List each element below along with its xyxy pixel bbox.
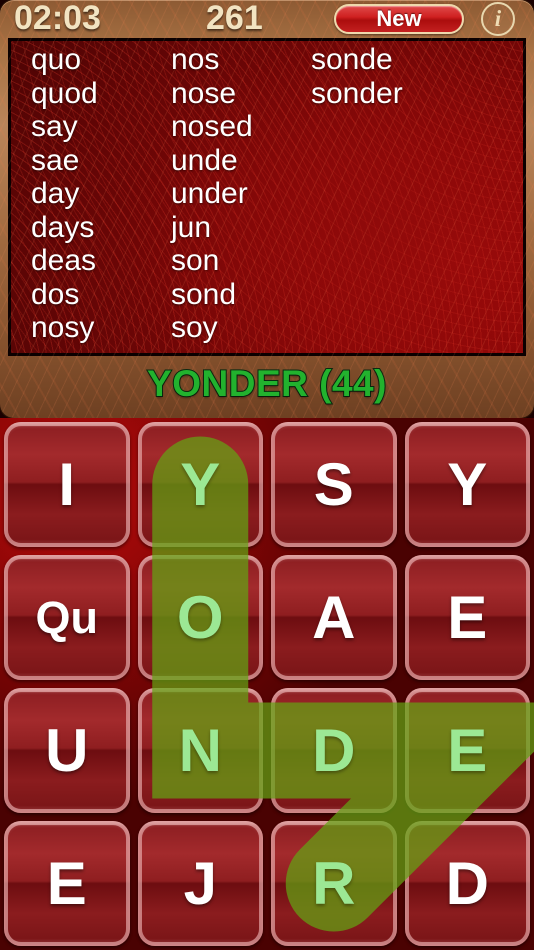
found-words-panel: quo quod say sae day days deas dos nosy nos nose no…: [8, 38, 526, 356]
found-words-column: quo quod say sae day days deas dos nosy: [31, 41, 171, 353]
grid-cell: Qu: [0, 551, 134, 684]
found-words-columns: quo quod say sae day days deas dos nosy nos nose no…: [11, 41, 523, 353]
new-game-button-label: New: [376, 6, 422, 31]
letter-grid: I Y S Y Qu O A E U N D E E J R D: [0, 418, 534, 950]
letter-tile-label: A: [312, 583, 356, 651]
score-display: 261: [206, 0, 263, 37]
found-word-item: sonder: [311, 76, 403, 110]
status-line: YONDER (44): [0, 360, 534, 408]
timer-display: 02:03: [14, 0, 101, 37]
letter-tile-label: N: [178, 716, 222, 784]
letter-tile-label: S: [313, 450, 354, 518]
letter-tile-r-r3c2[interactable]: R: [271, 821, 397, 946]
found-word-status: YONDER (44): [146, 362, 387, 405]
letter-tile-d-r2c2[interactable]: D: [271, 688, 397, 813]
letter-tile-label: D: [445, 849, 489, 917]
found-word-item: sae: [31, 143, 80, 177]
game-screen: 02:03 261 New i quo quod say sae day days deas…: [0, 0, 534, 950]
letter-tile-label: E: [447, 583, 488, 651]
found-word-item: nosed: [171, 110, 253, 143]
found-word-item: day: [31, 177, 80, 210]
found-word-item: sond: [171, 277, 237, 311]
found-word-item: soy: [171, 311, 218, 344]
letter-tile-n-r2c1[interactable]: N: [137, 688, 263, 813]
grid-cell: O: [134, 551, 268, 684]
letter-tile-label: Qu: [35, 592, 99, 643]
info-icon-glyph: i: [494, 5, 502, 31]
found-word-item: sonde: [311, 43, 393, 76]
letter-tile-label: R: [312, 849, 356, 917]
letter-tile-u-r2c0[interactable]: U: [4, 688, 130, 813]
letter-tile-e-r2c3[interactable]: E: [404, 688, 530, 813]
grid-cell: D: [267, 684, 401, 817]
header-bar: 02:03 261 New i: [0, 0, 534, 37]
grid-cell: N: [134, 684, 268, 817]
letter-tile-qu-r1c0[interactable]: Qu: [4, 555, 130, 680]
grid-cell: E: [0, 817, 134, 950]
letter-tile-y-r0c1[interactable]: Y: [137, 422, 263, 547]
grid-cell: A: [267, 551, 401, 684]
found-word-item: deas: [31, 244, 97, 277]
found-word-item: quo: [31, 43, 82, 76]
found-word-item: quod: [31, 76, 98, 110]
found-word-item: nos: [171, 43, 220, 76]
grid-cell: D: [401, 817, 534, 950]
found-word-item: nose: [171, 76, 237, 110]
letter-tile-label: Y: [180, 450, 221, 518]
grid-cell: E: [401, 684, 534, 817]
letter-tile-o-r1c1[interactable]: O: [137, 555, 263, 680]
letter-tile-j-r3c1[interactable]: J: [137, 821, 263, 946]
letter-tile-e-r3c0[interactable]: E: [4, 821, 130, 946]
letter-tile-label: U: [45, 716, 89, 784]
grid-cell: I: [0, 418, 134, 551]
found-word-item: nosy: [31, 311, 95, 344]
letter-tile-label: I: [58, 450, 76, 518]
letter-tile-y-r0c3[interactable]: Y: [404, 422, 530, 547]
found-word-item: under: [171, 177, 248, 210]
found-word-item: dos: [31, 277, 80, 311]
new-game-button[interactable]: New: [334, 4, 464, 34]
letter-tile-label: Y: [447, 450, 488, 518]
found-words-column: nos nose nosed unde under jun son sond soy: [171, 41, 311, 353]
letter-tile-e-r1c3[interactable]: E: [404, 555, 530, 680]
grid-cell: Y: [134, 418, 268, 551]
grid-cell: R: [267, 817, 401, 950]
found-word-item: son: [171, 244, 220, 277]
found-word-item: jun: [171, 210, 212, 244]
info-icon[interactable]: i: [481, 2, 515, 36]
grid-cell: J: [134, 817, 268, 950]
grid-cell: U: [0, 684, 134, 817]
letter-tile-a-r1c2[interactable]: A: [271, 555, 397, 680]
grid-cell: Y: [401, 418, 534, 551]
letter-tile-label: O: [176, 583, 224, 651]
found-word-item: unde: [171, 143, 238, 177]
found-words-column: sonde sonder: [311, 41, 451, 353]
letter-tile-label: E: [447, 716, 488, 784]
letter-tile-d-r3c3[interactable]: D: [404, 821, 530, 946]
top-panel: 02:03 261 New i quo quod say sae day days deas…: [0, 0, 534, 418]
letter-tile-s-r0c2[interactable]: S: [271, 422, 397, 547]
grid-cell: E: [401, 551, 534, 684]
letter-grid-area: I Y S Y Qu O A E U N D E E J R D: [0, 418, 534, 950]
letter-tile-label: J: [183, 849, 217, 917]
grid-cell: S: [267, 418, 401, 551]
letter-tile-i-r0c0[interactable]: I: [4, 422, 130, 547]
letter-tile-label: E: [46, 849, 87, 917]
found-word-item: say: [31, 110, 78, 143]
found-word-item: days: [31, 210, 95, 244]
letter-tile-label: D: [312, 716, 356, 784]
